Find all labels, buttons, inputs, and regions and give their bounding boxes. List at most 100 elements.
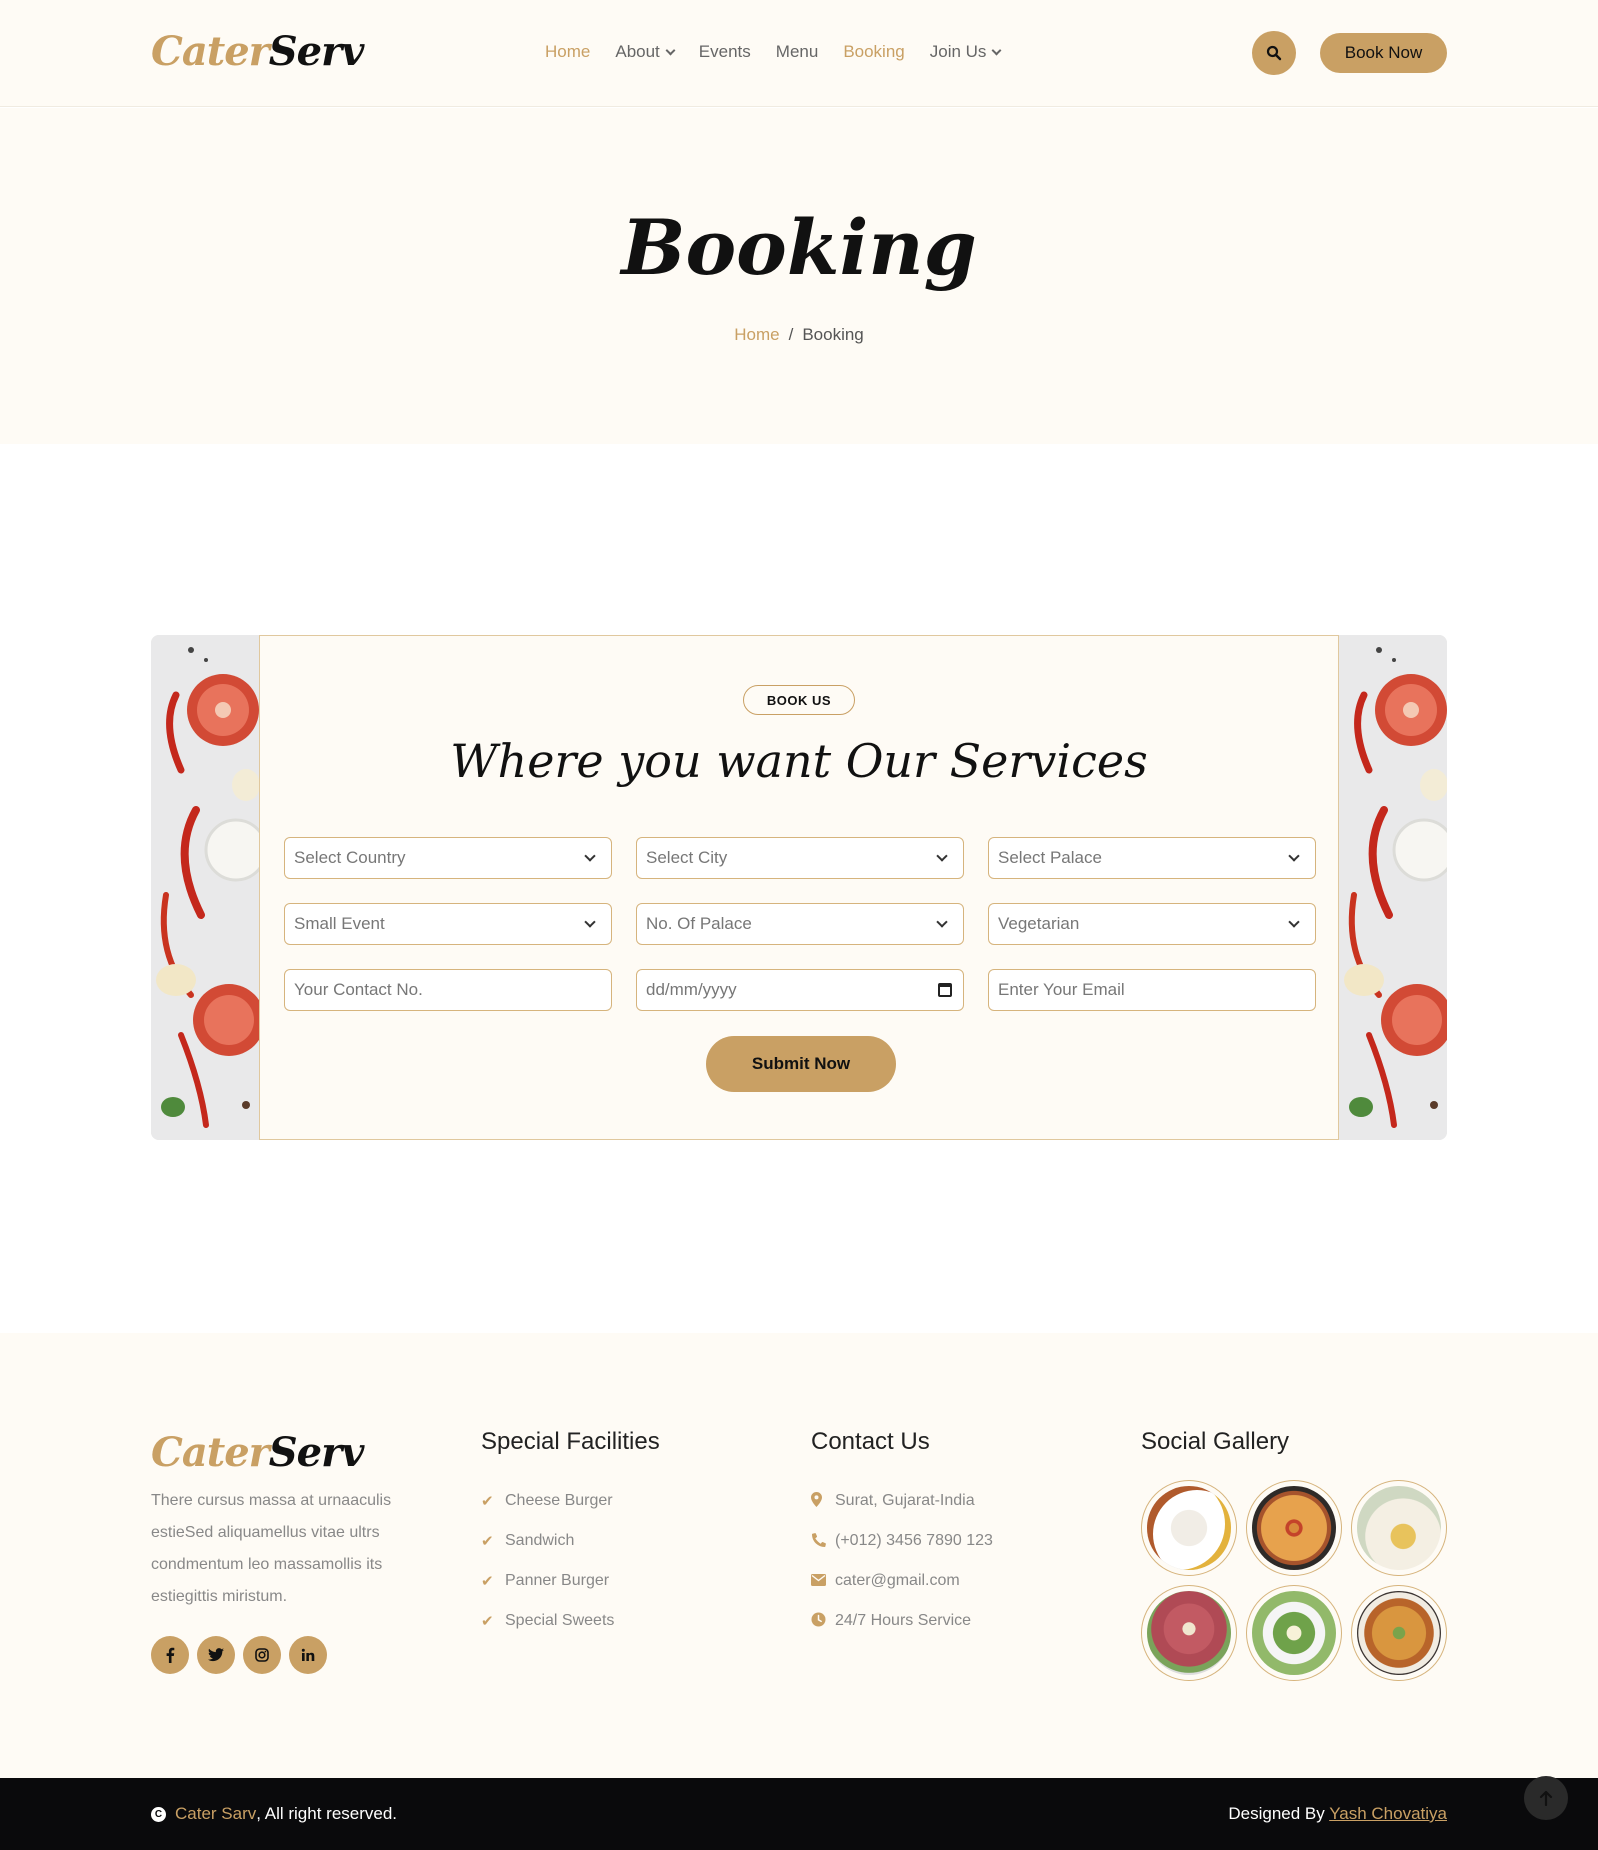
chevron-down-icon [584, 916, 596, 928]
facilities-heading: Special Facilities [481, 1428, 660, 1455]
copyright-bar: C Cater Sarv, All right reserved. Design… [0, 1778, 1598, 1850]
search-icon [1266, 45, 1282, 61]
copyright-brand-link[interactable]: Cater Sarv [175, 1804, 256, 1824]
contact-number-placeholder: Your Contact No. [294, 980, 423, 999]
breadcrumb: Home / Booking [0, 325, 1598, 345]
contact-hours: 24/7 Hours Service [811, 1601, 993, 1641]
copyright-icon: C [151, 1806, 166, 1822]
gallery-image-food-plate[interactable] [1141, 1480, 1237, 1576]
nav-join-us-label: Join Us [929, 42, 987, 61]
contact-heading: Contact Us [811, 1428, 930, 1455]
select-diet-value: Vegetarian [998, 914, 1080, 933]
nav-about-label: About [615, 42, 660, 61]
gallery-heading: Social Gallery [1141, 1428, 1290, 1455]
breadcrumb-home-link[interactable]: Home [734, 325, 779, 344]
phone-icon [811, 1532, 835, 1551]
list-item[interactable]: ✔ Panner Burger [481, 1561, 614, 1601]
nav-menu[interactable]: Menu [776, 42, 819, 62]
facility-label: Special Sweets [505, 1612, 615, 1629]
select-palace-value: Select Palace [998, 848, 1102, 867]
calendar-icon[interactable] [938, 983, 952, 997]
submit-button[interactable]: Submit Now [706, 1036, 896, 1092]
designer-link[interactable]: Yash Chovatiya [1329, 1804, 1447, 1823]
list-item[interactable]: ✔ Sandwich [481, 1521, 614, 1561]
facebook-icon[interactable] [151, 1636, 189, 1674]
contact-hours-text: 24/7 Hours Service [835, 1612, 972, 1629]
chevron-down-icon [665, 45, 676, 56]
select-palace[interactable]: Select Palace [988, 837, 1316, 879]
breadcrumb-current: Booking [802, 325, 864, 344]
chevron-down-icon [1288, 850, 1300, 862]
email-placeholder: Enter Your Email [998, 980, 1125, 999]
page-title: Booking [621, 203, 977, 292]
chevron-down-icon [936, 850, 948, 862]
nav-home[interactable]: Home [545, 42, 590, 62]
gallery-image-pizza[interactable] [1246, 1480, 1342, 1576]
contact-number-input[interactable]: Your Contact No. [284, 969, 612, 1011]
logo-part-1: Cater [151, 28, 270, 75]
select-palace-count-value: No. Of Palace [646, 914, 752, 933]
check-icon: ✔ [481, 1613, 494, 1630]
select-country-value: Select Country [294, 848, 406, 867]
linkedin-icon[interactable] [289, 1636, 327, 1674]
contact-email[interactable]: cater@gmail.com [811, 1561, 993, 1601]
gallery-image-pizza-2[interactable] [1351, 1585, 1447, 1681]
section-badge: BOOK US [743, 685, 855, 715]
facility-label: Sandwich [505, 1532, 575, 1549]
back-to-top-button[interactable] [1524, 1776, 1568, 1820]
envelope-icon [811, 1573, 835, 1590]
select-city[interactable]: Select City [636, 837, 964, 879]
logo-part-2: Serv [268, 28, 365, 75]
date-placeholder: dd/mm/yyyy [646, 980, 737, 999]
select-event-size-value: Small Event [294, 914, 385, 933]
gallery-image-salami[interactable] [1141, 1585, 1237, 1681]
contact-email-text: cater@gmail.com [835, 1572, 960, 1589]
facility-label: Cheese Burger [505, 1492, 613, 1509]
list-item[interactable]: ✔ Cheese Burger [481, 1481, 614, 1521]
booking-title: Where you want Our Services [450, 734, 1148, 788]
copyright-text: C Cater Sarv, All right reserved. [151, 1804, 397, 1824]
select-palace-count[interactable]: No. Of Palace [636, 903, 964, 945]
book-now-button[interactable]: Book Now [1320, 33, 1447, 73]
breadcrumb-separator: / [788, 325, 794, 344]
contact-address: Surat, Gujarat-India [811, 1481, 993, 1521]
main-nav: Home About Events Menu Booking Join Us [545, 42, 1002, 62]
date-input[interactable]: dd/mm/yyyy [636, 969, 964, 1011]
contact-address-text: Surat, Gujarat-India [835, 1492, 975, 1509]
gallery-image-salad[interactable] [1246, 1585, 1342, 1681]
list-item[interactable]: ✔ Special Sweets [481, 1601, 614, 1641]
booking-form-card: BOOK US Where you want Our Services Sele… [259, 635, 1339, 1140]
check-icon: ✔ [481, 1533, 494, 1550]
food-decoration-right [1339, 635, 1447, 1140]
chevron-down-icon [1288, 916, 1300, 928]
instagram-icon[interactable] [243, 1636, 281, 1674]
facility-label: Panner Burger [505, 1572, 610, 1589]
contact-list: Surat, Gujarat-India (+012) 3456 7890 12… [811, 1481, 993, 1641]
nav-about[interactable]: About [615, 42, 676, 62]
page-hero: Booking Home / Booking [0, 108, 1598, 444]
chevron-down-icon [584, 850, 596, 862]
chevron-down-icon [991, 45, 1002, 56]
gallery-image-tea[interactable] [1351, 1480, 1447, 1576]
facilities-list: ✔ Cheese Burger ✔ Sandwich ✔ Panner Burger … [481, 1481, 614, 1641]
select-country[interactable]: Select Country [284, 837, 612, 879]
footer-logo-part-2: Serv [268, 1429, 365, 1476]
map-marker-icon [811, 1491, 835, 1511]
select-diet[interactable]: Vegetarian [988, 903, 1316, 945]
nav-booking[interactable]: Booking [843, 42, 904, 62]
site-header: CaterServ Home About Events Menu Booking… [0, 0, 1598, 107]
email-input[interactable]: Enter Your Email [988, 969, 1316, 1011]
search-button[interactable] [1252, 31, 1296, 75]
arrow-up-icon [1539, 1790, 1553, 1806]
footer-logo[interactable]: CaterServ [151, 1429, 365, 1476]
twitter-icon[interactable] [197, 1636, 235, 1674]
nav-join-us[interactable]: Join Us [929, 42, 1002, 62]
footer-about-text: There cursus massa at urnaaculis estieSe… [151, 1492, 392, 1605]
select-event-size[interactable]: Small Event [284, 903, 612, 945]
booking-section: BOOK US Where you want Our Services Sele… [151, 635, 1447, 1140]
contact-phone[interactable]: (+012) 3456 7890 123 [811, 1521, 993, 1561]
logo[interactable]: CaterServ [151, 28, 365, 75]
check-icon: ✔ [481, 1493, 494, 1510]
chevron-down-icon [936, 916, 948, 928]
nav-events[interactable]: Events [699, 42, 751, 62]
